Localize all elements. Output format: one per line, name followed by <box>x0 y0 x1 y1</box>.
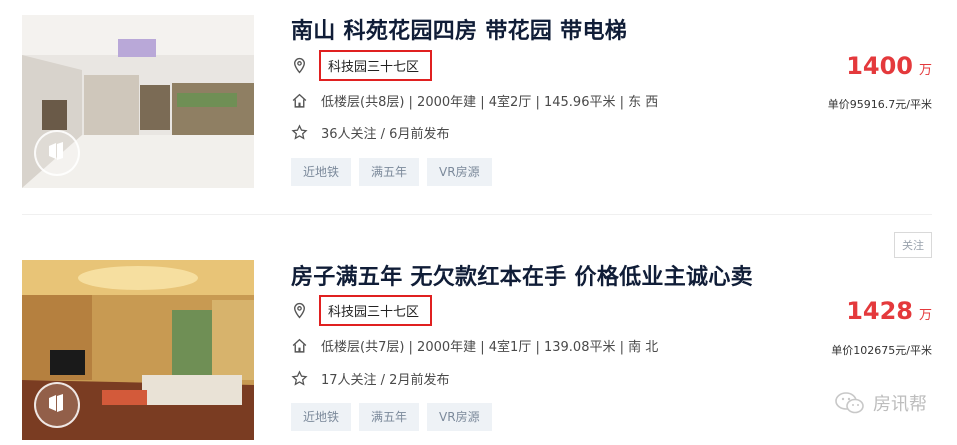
listing-title[interactable]: 房子满五年 无欠款红本在手 价格低业主诚心卖 <box>291 259 753 291</box>
follow-info: 17人关注 / 2月前发布 <box>321 372 450 388</box>
star-icon <box>291 369 308 386</box>
house-info-row: 低楼层(共7层) | 2000年建 | 4室1厅 | 139.08平米 | 南 … <box>291 334 658 356</box>
community-row: 科技园三十七区 <box>291 294 433 326</box>
wechat-icon <box>835 392 864 414</box>
tag: 近地铁 <box>291 403 352 431</box>
house-icon <box>292 338 307 353</box>
house-info: 低楼层(共7层) | 2000年建 | 4室1厅 | 139.08平米 | 南 … <box>321 339 659 355</box>
community-link[interactable]: 科技园三十七区 <box>319 294 433 326</box>
listing-card[interactable]: 关注 房子满五年 无欠款红本在手 价格低业主诚心卖 科技园三十七区 低楼层(共7… <box>0 0 957 445</box>
total-price: 1428 万 <box>846 297 932 325</box>
watermark: 房讯帮 <box>835 390 927 416</box>
follow-button[interactable]: 关注 <box>894 232 932 258</box>
vr-icon[interactable] <box>34 382 80 428</box>
price-value: 1428 <box>846 297 913 325</box>
watermark-text: 房讯帮 <box>873 394 927 415</box>
location-pin-icon <box>294 302 305 318</box>
follow-info-row: 17人关注 / 2月前发布 <box>291 367 449 389</box>
listing-photo[interactable] <box>22 260 254 440</box>
unit-price: 单价102675元/平米 <box>831 344 932 357</box>
price-unit: 万 <box>918 308 932 323</box>
tag-list: 近地铁 满五年 VR房源 <box>291 403 492 431</box>
tag: VR房源 <box>427 403 492 431</box>
tag: 满五年 <box>359 403 420 431</box>
